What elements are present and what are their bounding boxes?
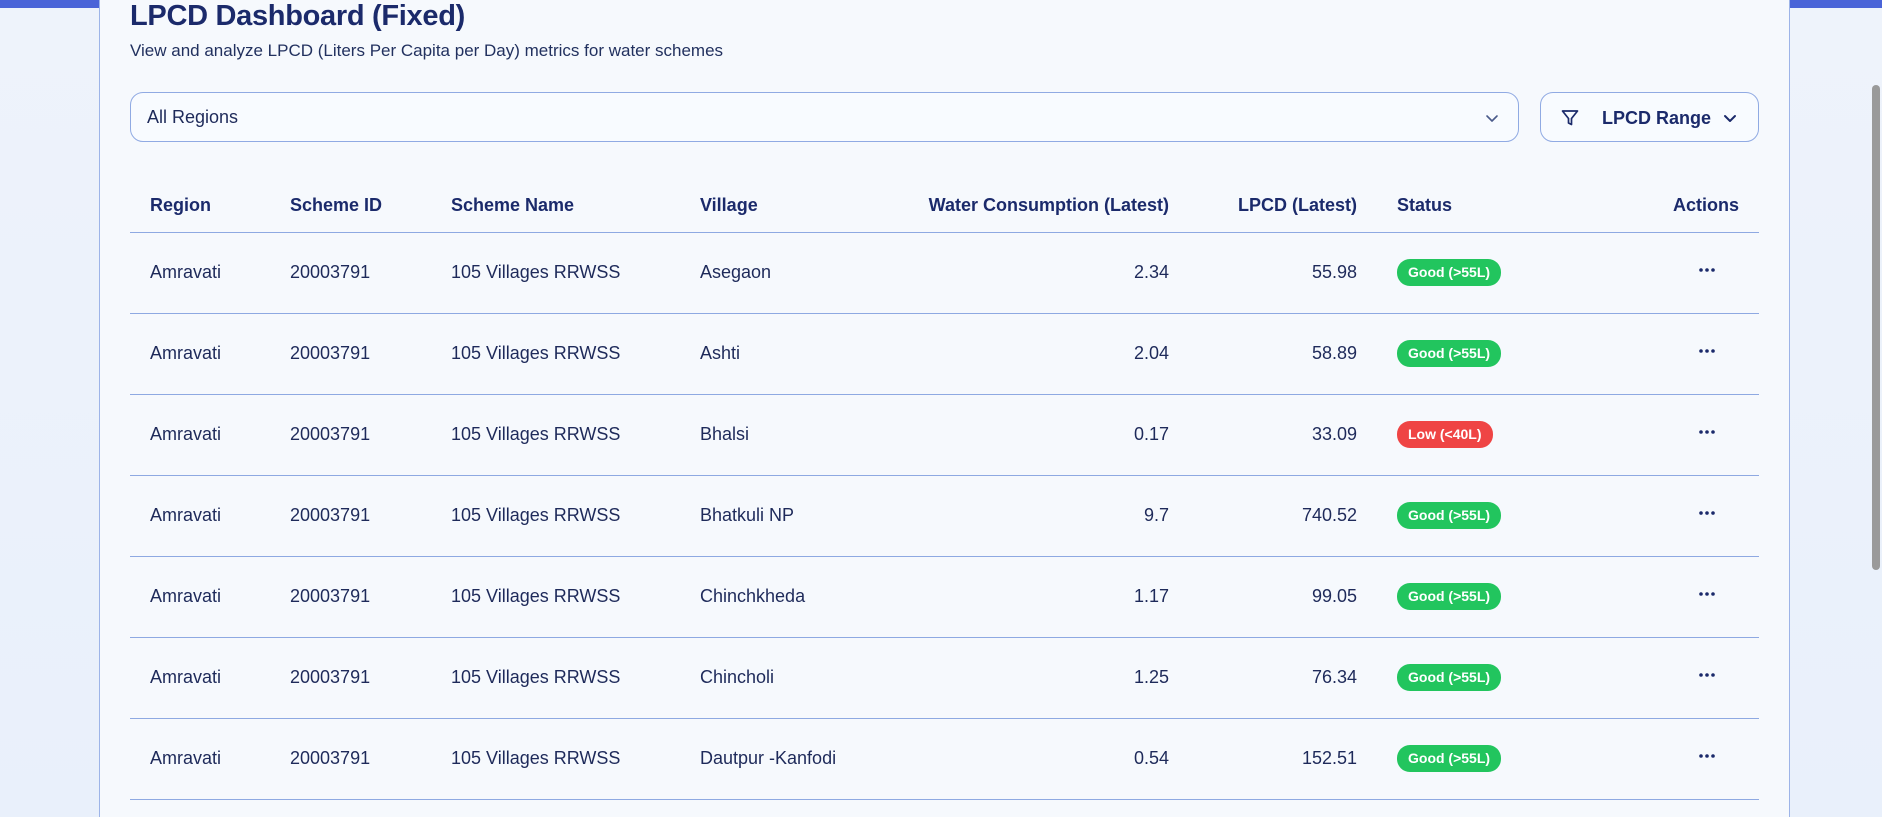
lpcd-range-label: LPCD Range (1602, 108, 1712, 128)
cell-scheme-id: 20003791 (270, 718, 431, 800)
cell-lpcd: 740.52 (1189, 475, 1377, 557)
cell-lpcd: 99.05 (1189, 556, 1377, 638)
cell-actions (1585, 475, 1759, 557)
cell-status: Low (<40L) (1377, 394, 1585, 476)
more-horizontal-icon[interactable] (1697, 262, 1717, 278)
chevron-down-icon (1486, 115, 1498, 122)
cell-scheme-name: 105 Villages RRWSS (431, 232, 680, 314)
cell-status: Good (>55L) (1377, 718, 1585, 800)
region-select-value: All Regions (147, 106, 239, 127)
cell-scheme-name: 105 Villages RRWSS (431, 718, 680, 800)
column-header-status[interactable]: Status (1377, 180, 1585, 233)
cell-lpcd: 76.34 (1189, 637, 1377, 719)
filter-icon (1561, 110, 1579, 126)
status-badge: Good (>55L) (1397, 745, 1502, 772)
status-badge: Good (>55L) (1397, 502, 1502, 529)
cell-region: Amravati (130, 394, 270, 476)
column-header-lpcd[interactable]: LPCD (Latest) (1189, 180, 1377, 233)
vertical-scrollbar[interactable] (1872, 85, 1880, 570)
cell-water-consumption: 1.17 (886, 556, 1189, 638)
cell-water-consumption: 0.17 (886, 394, 1189, 476)
cell-actions (1585, 394, 1759, 476)
cell-scheme-id: 20003791 (270, 637, 431, 719)
table-row[interactable]: Amravati 20003791 105 Villages RRWSS Chinch… (130, 556, 1759, 638)
cell-lpcd: 152.51 (1189, 718, 1377, 800)
cell-scheme-name: 105 Villages RRWSS (431, 475, 680, 557)
cell-village: Asegaon (680, 232, 886, 314)
cell-actions (1585, 313, 1759, 395)
cell-scheme-name: 105 Villages RRWSS (431, 394, 680, 476)
column-header-scheme-name[interactable]: Scheme Name (431, 180, 680, 233)
cell-water-consumption: 1.25 (886, 637, 1189, 719)
cell-water-consumption: 9.7 (886, 475, 1189, 557)
cell-actions (1585, 556, 1759, 638)
page-subtitle: View and analyze LPCD (Liters Per Capita… (130, 41, 724, 60)
cell-status: Good (>55L) (1377, 313, 1585, 395)
cell-status: Good (>55L) (1377, 232, 1585, 314)
column-header-scheme-id[interactable]: Scheme ID (270, 180, 431, 233)
cell-water-consumption: 2.04 (886, 313, 1189, 395)
lpcd-table: Region Scheme ID Scheme Name Village Wat… (130, 180, 1759, 800)
cell-actions (1585, 232, 1759, 314)
column-header-water-consumption[interactable]: Water Consumption (Latest) (886, 180, 1189, 233)
status-badge: Good (>55L) (1397, 664, 1502, 691)
more-horizontal-icon[interactable] (1697, 748, 1717, 764)
cell-region: Amravati (130, 556, 270, 638)
column-header-actions: Actions (1585, 180, 1759, 233)
cell-region: Amravati (130, 313, 270, 395)
table-row[interactable]: Amravati 20003791 105 Villages RRWSS Chinch… (130, 637, 1759, 719)
status-badge: Low (<40L) (1397, 421, 1493, 448)
cell-scheme-id: 20003791 (270, 556, 431, 638)
cell-lpcd: 55.98 (1189, 232, 1377, 314)
cell-village: Dautpur -Kanfodi (680, 718, 886, 800)
chevron-down-icon (1724, 115, 1736, 122)
cell-actions (1585, 718, 1759, 800)
cell-village: Bhalsi (680, 394, 886, 476)
cell-lpcd: 58.89 (1189, 313, 1377, 395)
cell-region: Amravati (130, 718, 270, 800)
cell-region: Amravati (130, 637, 270, 719)
table-header-row: Region Scheme ID Scheme Name Village Wat… (130, 180, 1759, 233)
cell-lpcd: 33.09 (1189, 394, 1377, 476)
cell-scheme-name: 105 Villages RRWSS (431, 637, 680, 719)
cell-water-consumption: 2.34 (886, 232, 1189, 314)
table-row[interactable]: Amravati 20003791 105 Villages RRWSS Ashti 2… (130, 313, 1759, 395)
column-header-village[interactable]: Village (680, 180, 886, 233)
status-badge: Good (>55L) (1397, 583, 1502, 610)
cell-scheme-id: 20003791 (270, 313, 431, 395)
cell-scheme-id: 20003791 (270, 232, 431, 314)
cell-status: Good (>55L) (1377, 475, 1585, 557)
cell-village: Ashti (680, 313, 886, 395)
page-title: LPCD Dashboard (Fixed) (130, 0, 465, 32)
more-horizontal-icon[interactable] (1697, 586, 1717, 602)
cell-village: Bhatkuli NP (680, 475, 886, 557)
cell-scheme-id: 20003791 (270, 475, 431, 557)
cell-village: Chincholi (680, 637, 886, 719)
table-row[interactable]: Amravati 20003791 105 Villages RRWSS Bhalsi… (130, 394, 1759, 476)
cell-region: Amravati (130, 232, 270, 314)
cell-scheme-name: 105 Villages RRWSS (431, 556, 680, 638)
cell-status: Good (>55L) (1377, 637, 1585, 719)
more-horizontal-icon[interactable] (1697, 505, 1717, 521)
lpcd-range-filter-button[interactable]: LPCD Range (1540, 92, 1759, 142)
cell-region: Amravati (130, 475, 270, 557)
cell-status: Good (>55L) (1377, 556, 1585, 638)
cell-village: Chinchkheda (680, 556, 886, 638)
table-row[interactable]: Amravati 20003791 105 Villages RRWSS Asegao… (130, 232, 1759, 314)
more-horizontal-icon[interactable] (1697, 424, 1717, 440)
more-horizontal-icon[interactable] (1697, 667, 1717, 683)
cell-water-consumption: 0.54 (886, 718, 1189, 800)
region-select[interactable]: All Regions (130, 92, 1519, 142)
cell-scheme-name: 105 Villages RRWSS (431, 313, 680, 395)
cell-actions (1585, 637, 1759, 719)
status-badge: Good (>55L) (1397, 340, 1502, 367)
table-row[interactable]: Amravati 20003791 105 Villages RRWSS Bhatku… (130, 475, 1759, 557)
column-header-region[interactable]: Region (130, 180, 270, 233)
status-badge: Good (>55L) (1397, 259, 1502, 286)
more-horizontal-icon[interactable] (1697, 343, 1717, 359)
table-row[interactable]: Amravati 20003791 105 Villages RRWSS Dautpu… (130, 718, 1759, 800)
cell-scheme-id: 20003791 (270, 394, 431, 476)
